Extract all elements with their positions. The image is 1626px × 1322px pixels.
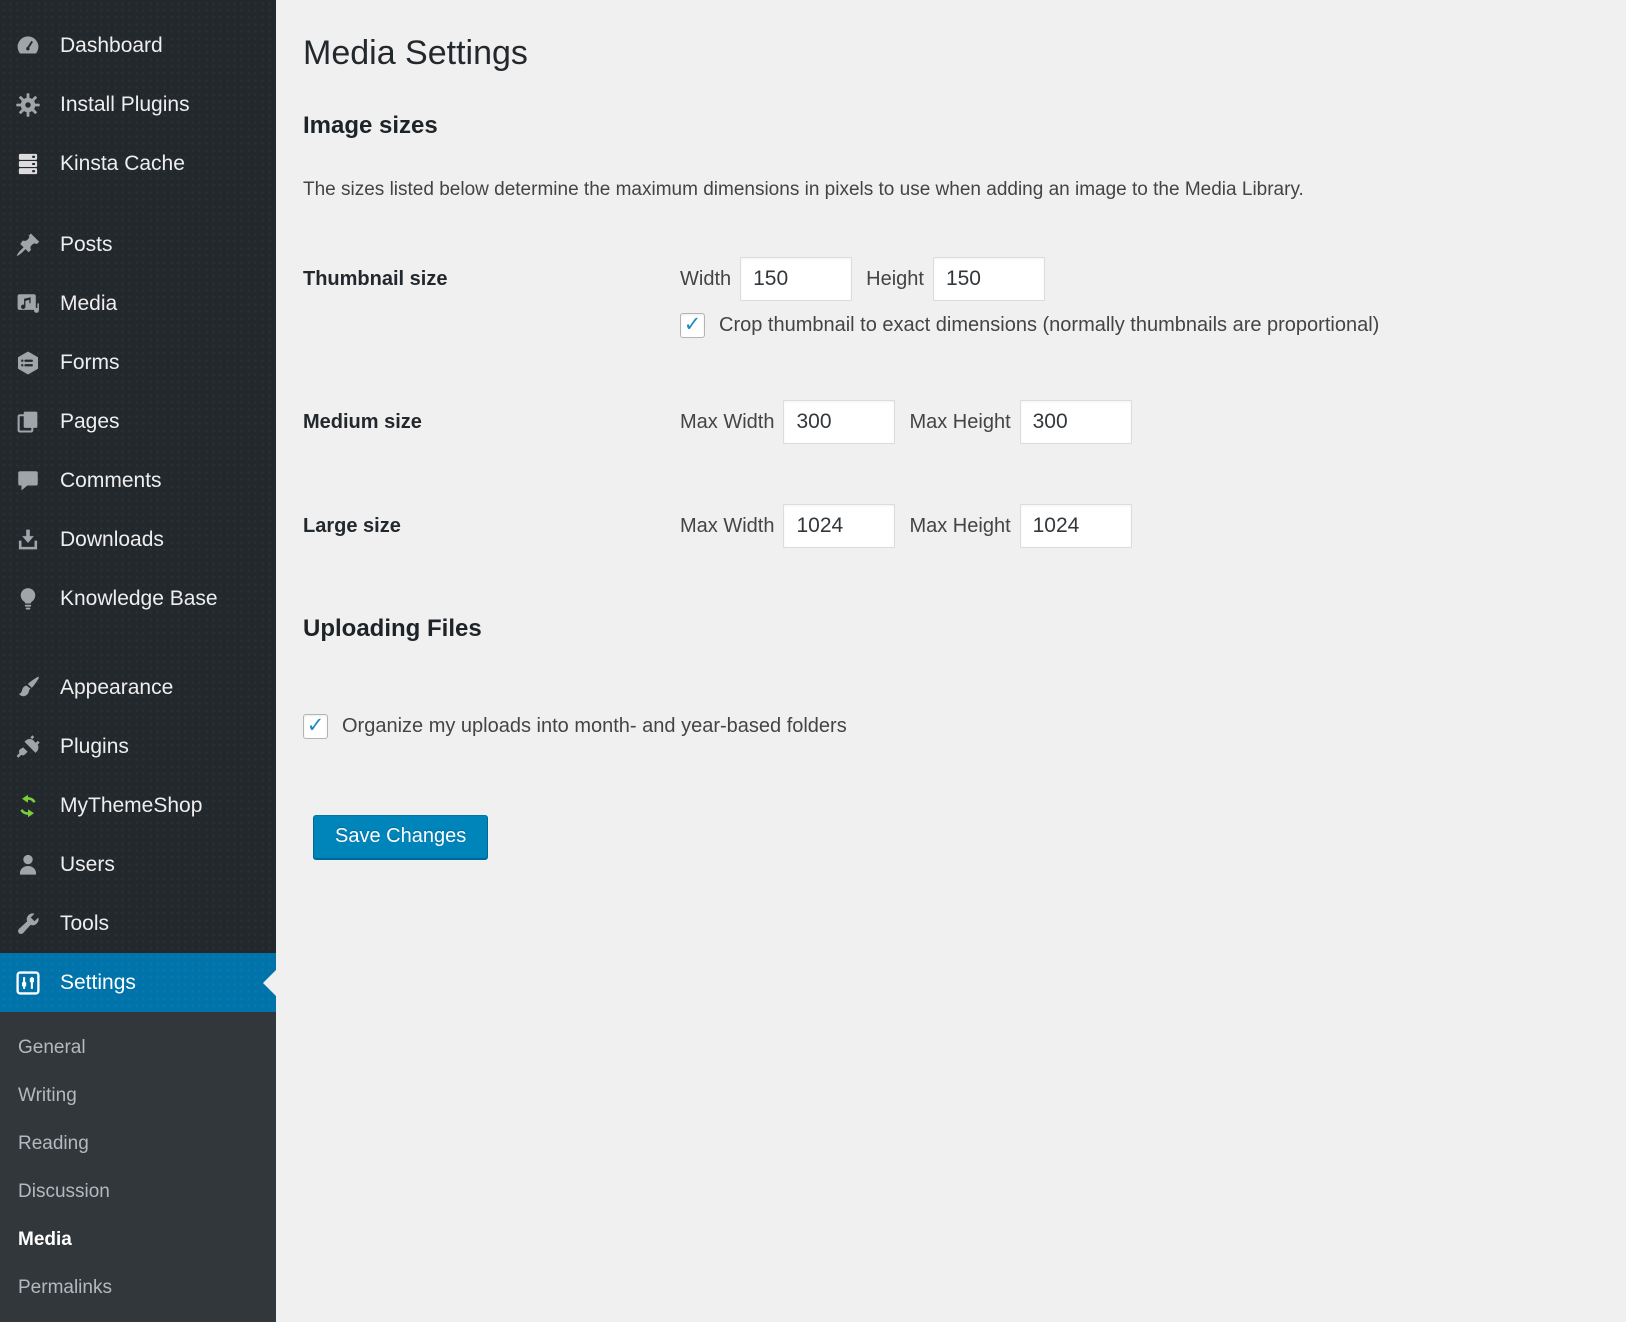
submenu-item-general[interactable]: General	[0, 1024, 276, 1072]
gear-icon	[15, 92, 41, 118]
sidebar-item-label: Tools	[60, 912, 109, 936]
settings-submenu: General Writing Reading Discussion Media…	[0, 1012, 276, 1322]
paintbrush-icon	[15, 675, 41, 701]
sidebar-item-label: Kinsta Cache	[60, 152, 185, 176]
sidebar-item-tools[interactable]: Tools	[0, 894, 276, 953]
sidebar-item-label: Downloads	[60, 528, 164, 552]
large-size-row: Large size Max Width Max Height	[303, 504, 1586, 548]
sidebar-item-label: Knowledge Base	[60, 587, 218, 611]
thumbnail-size-label: Thumbnail size	[303, 257, 680, 301]
submenu-item-writing[interactable]: Writing	[0, 1072, 276, 1120]
sidebar-item-dashboard[interactable]: Dashboard	[0, 16, 276, 75]
sidebar-item-label: Comments	[60, 469, 162, 493]
medium-max-height-input[interactable]	[1020, 400, 1132, 444]
check-icon: ✓	[307, 715, 325, 736]
large-max-height-input[interactable]	[1020, 504, 1132, 548]
sidebar-item-comments[interactable]: Comments	[0, 451, 276, 510]
sidebar-item-label: Plugins	[60, 735, 129, 759]
medium-size-label: Medium size	[303, 400, 680, 444]
sliders-icon	[15, 970, 41, 996]
submenu-item-discussion[interactable]: Discussion	[0, 1168, 276, 1216]
hexagon-list-icon	[15, 350, 41, 376]
sidebar-item-kinsta-cache[interactable]: Kinsta Cache	[0, 134, 276, 193]
image-sizes-description: The sizes listed below determine the max…	[303, 177, 1586, 203]
pages-icon	[15, 409, 41, 435]
refresh-arrows-icon	[15, 793, 41, 819]
thumbnail-height-label: Height	[866, 268, 924, 291]
sidebar-item-label: MyThemeShop	[60, 794, 202, 818]
sidebar-item-mythemeshop[interactable]: MyThemeShop	[0, 776, 276, 835]
large-max-width-label: Max Width	[680, 515, 774, 538]
image-sizes-heading: Image sizes	[303, 111, 1586, 141]
media-note-icon	[15, 291, 41, 317]
thumbnail-width-input[interactable]	[740, 257, 852, 301]
crop-thumbnail-checkbox[interactable]: ✓	[680, 313, 705, 338]
pushpin-icon	[15, 232, 41, 258]
uploading-files-heading: Uploading Files	[303, 614, 1586, 644]
speech-bubble-icon	[15, 468, 41, 494]
media-settings-page: Media Settings Image sizes The sizes lis…	[276, 0, 1626, 1314]
sidebar-item-appearance[interactable]: Appearance	[0, 658, 276, 717]
organize-uploads-checkbox[interactable]: ✓	[303, 714, 328, 739]
medium-max-height-label: Max Height	[909, 411, 1010, 434]
sidebar-item-settings[interactable]: Settings	[0, 953, 276, 1012]
crop-thumbnail-label: Crop thumbnail to exact dimensions (norm…	[719, 314, 1379, 337]
sidebar-item-label: Posts	[60, 233, 113, 257]
large-max-height-label: Max Height	[909, 515, 1010, 538]
sidebar-item-media[interactable]: Media	[0, 274, 276, 333]
check-icon: ✓	[684, 314, 702, 335]
sidebar-item-label: Appearance	[60, 676, 173, 700]
submenu-item-permalinks[interactable]: Permalinks	[0, 1264, 276, 1312]
sidebar-item-label: Media	[60, 292, 117, 316]
wordpress-admin: Dashboard Install Plugins Kinsta Cache P…	[0, 0, 1626, 1314]
sidebar-item-posts[interactable]: Posts	[0, 215, 276, 274]
medium-size-row: Medium size Max Width Max Height	[303, 400, 1586, 444]
admin-sidebar: Dashboard Install Plugins Kinsta Cache P…	[0, 0, 276, 1314]
page-title: Media Settings	[303, 33, 1586, 73]
save-changes-button[interactable]: Save Changes	[313, 815, 488, 859]
sidebar-item-plugins[interactable]: Plugins	[0, 717, 276, 776]
sidebar-item-label: Forms	[60, 351, 120, 375]
dashboard-gauge-icon	[15, 33, 41, 59]
sidebar-item-label: Pages	[60, 410, 120, 434]
organize-uploads-row: ✓ Organize my uploads into month- and ye…	[303, 714, 1586, 739]
sidebar-item-label: Install Plugins	[60, 93, 190, 117]
download-icon	[15, 527, 41, 553]
sidebar-item-install-plugins[interactable]: Install Plugins	[0, 75, 276, 134]
sidebar-item-pages[interactable]: Pages	[0, 392, 276, 451]
server-stack-icon	[15, 151, 41, 177]
plug-icon	[15, 734, 41, 760]
medium-max-width-label: Max Width	[680, 411, 774, 434]
wrench-icon	[15, 911, 41, 937]
person-icon	[15, 852, 41, 878]
sidebar-item-users[interactable]: Users	[0, 835, 276, 894]
large-max-width-input[interactable]	[783, 504, 895, 548]
lightbulb-icon	[15, 586, 41, 612]
thumbnail-size-row: Thumbnail size Width Height ✓ Crop thumb…	[303, 257, 1586, 338]
sidebar-item-label: Dashboard	[60, 34, 163, 58]
thumbnail-width-label: Width	[680, 268, 731, 291]
thumbnail-height-input[interactable]	[933, 257, 1045, 301]
sidebar-item-label: Users	[60, 853, 115, 877]
organize-uploads-label: Organize my uploads into month- and year…	[342, 715, 847, 738]
sidebar-item-knowledge-base[interactable]: Knowledge Base	[0, 569, 276, 628]
sidebar-item-label: Settings	[60, 971, 136, 995]
medium-max-width-input[interactable]	[783, 400, 895, 444]
submenu-item-media[interactable]: Media	[0, 1216, 276, 1264]
sidebar-item-downloads[interactable]: Downloads	[0, 510, 276, 569]
submenu-item-reading[interactable]: Reading	[0, 1120, 276, 1168]
sidebar-item-forms[interactable]: Forms	[0, 333, 276, 392]
large-size-label: Large size	[303, 504, 680, 548]
